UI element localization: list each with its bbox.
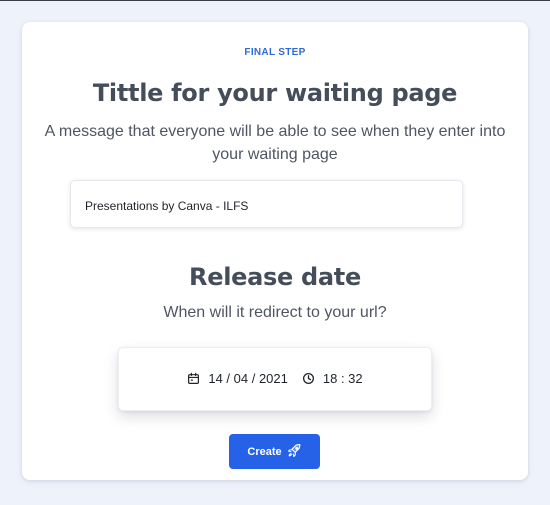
release-date-heading: Release date — [189, 263, 361, 291]
time-field[interactable]: 18 : 32 — [323, 371, 363, 386]
create-button[interactable]: Create — [229, 434, 320, 469]
page-title: Tittle for your waiting page — [92, 79, 458, 107]
create-button-label: Create — [247, 445, 282, 458]
release-datetime-picker[interactable]: 14 / 04 / 2021 18 : 32 — [118, 347, 432, 411]
calendar-icon[interactable] — [187, 372, 200, 385]
page-subtitle: A message that everyone will be able to … — [44, 123, 506, 163]
date-field[interactable]: 14 / 04 / 2021 — [208, 371, 288, 386]
step-label: FINAL STEP — [244, 47, 306, 58]
rocket-icon — [287, 443, 302, 461]
clock-icon[interactable] — [302, 372, 315, 385]
release-date-subtitle: When will it redirect to your url? — [163, 304, 387, 321]
title-input-value: Presentations by Canva - ILFS — [85, 199, 249, 213]
window-top-border — [0, 0, 550, 1]
datetime-row: 14 / 04 / 2021 18 : 32 — [119, 371, 431, 386]
waiting-page-title-input[interactable]: Presentations by Canva - ILFS — [70, 180, 463, 228]
